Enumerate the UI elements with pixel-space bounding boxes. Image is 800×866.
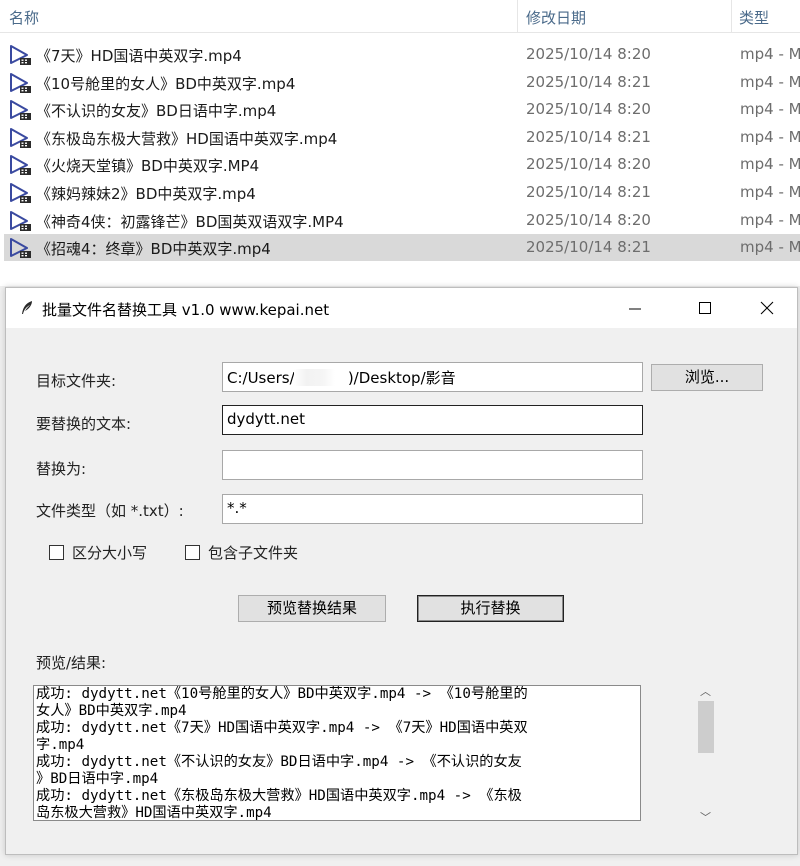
browse-button[interactable]: 浏览...: [651, 364, 763, 391]
scroll-up-icon[interactable]: ︿: [700, 683, 711, 699]
file-date: 2025/10/14 8:21: [526, 238, 651, 257]
video-file-icon: [10, 210, 31, 231]
video-file-icon: [10, 72, 31, 93]
result-line: 字.mp4: [36, 737, 85, 753]
case-sensitive-checkbox[interactable]: [49, 545, 64, 560]
column-name[interactable]: 名称: [9, 7, 39, 28]
result-line: 成功: dydytt.net《10号舱里的女人》BD中英双字.mp4 -> 《1…: [36, 686, 528, 702]
column-date[interactable]: 修改日期: [526, 7, 586, 28]
result-line: 成功: dydytt.net《不认识的女友》BD日语中字.mp4 -> 《不认识…: [36, 754, 522, 770]
file-date: 2025/10/14 8:20: [526, 155, 651, 174]
result-line: 成功: dydytt.net《东极岛东极大营救》HD国语中英双字.mp4 -> …: [36, 788, 522, 804]
file-name: 《神奇4侠：初露锋芒》BD国英双语双字.MP4: [36, 212, 344, 231]
scroll-thumb[interactable]: [698, 701, 714, 753]
file-row[interactable]: 《辣妈辣妹2》BD中英双字.mp4 2025/10/14 8:21 mp4 - M: [4, 179, 800, 206]
file-type: mp4 - M: [740, 238, 800, 257]
file-explorer: 名称 ⌃ 修改日期 类型 《7天》HD国语中英双字.mp4 2025/10/14 …: [0, 0, 800, 286]
file-date: 2025/10/14 8:20: [526, 45, 651, 63]
video-file-icon: [10, 155, 31, 176]
column-header: 名称 ⌃ 修改日期 类型: [0, 0, 800, 33]
file-type: mp4 - M: [740, 183, 800, 201]
case-sensitive-label[interactable]: 区分大小写: [72, 542, 147, 563]
maximize-button[interactable]: [682, 288, 728, 328]
file-date: 2025/10/14 8:21: [526, 72, 651, 91]
execute-button[interactable]: 执行替换: [417, 595, 564, 622]
video-file-icon: [10, 45, 31, 65]
sort-icon: ⌃: [253, 0, 263, 7]
folder-value: C:/Users/A )/Desktop/影音: [227, 369, 456, 387]
title-bar[interactable]: 批量文件名替换工具 v1.0 www.kepai.net: [6, 288, 797, 328]
find-label: 要替换的文本:: [36, 415, 132, 433]
file-row[interactable]: 《招魂4：终章》BD中英双字.mp4 2025/10/14 8:21 mp4 - M: [4, 234, 800, 262]
result-scrollbar[interactable]: ︿ ﹀: [695, 681, 717, 827]
file-row[interactable]: 《火烧天堂镇》BD中英双字.MP4 2025/10/14 8:20 mp4 - M: [4, 151, 800, 178]
folder-input[interactable]: C:/Users/A )/Desktop/影音: [222, 362, 643, 392]
feather-icon: [22, 301, 32, 314]
include-subfolders-label[interactable]: 包含子文件夹: [208, 542, 298, 563]
file-type: mp4 - M: [740, 72, 800, 91]
file-row[interactable]: 《10号舱里的女人》BD中英双字.mp4 2025/10/14 8:21 mp4 -…: [4, 69, 800, 96]
file-type: mp4 - M: [740, 127, 800, 146]
find-input[interactable]: dydytt.net: [222, 405, 643, 435]
file-name: 《火烧天堂镇》BD中英双字.MP4: [36, 157, 260, 176]
replace-input[interactable]: [222, 450, 643, 480]
video-file-icon: [10, 183, 31, 203]
redacted-username: [294, 369, 335, 386]
minimize-button[interactable]: [612, 288, 658, 328]
preview-button[interactable]: 预览替换结果: [238, 595, 386, 622]
replace-tool-window: 批量文件名替换工具 v1.0 www.kepai.net 目标文件夹: C:/U…: [5, 287, 798, 855]
result-label: 预览/结果:: [36, 654, 107, 672]
type-label: 文件类型（如 *.txt）:: [36, 502, 184, 520]
file-name: 《不认识的女友》BD日语中字.mp4: [36, 102, 277, 121]
close-button[interactable]: [744, 288, 790, 328]
result-textbox[interactable]: 成功: dydytt.net《10号舱里的女人》BD中英双字.mp4 -> 《1…: [33, 685, 641, 821]
file-type: mp4 - M: [740, 155, 800, 174]
result-line: 岛东极大营救》HD国语中英双字.mp4: [36, 805, 272, 821]
file-date: 2025/10/14 8:21: [526, 183, 651, 201]
include-subfolders-checkbox[interactable]: [185, 545, 200, 560]
file-row[interactable]: 《东极岛东极大营救》HD国语中英双字.mp4 2025/10/14 8:21 mp4…: [4, 124, 800, 151]
file-name: 《7天》HD国语中英双字.mp4: [36, 47, 242, 65]
file-name: 《10号舱里的女人》BD中英双字.mp4: [36, 74, 296, 93]
video-file-icon: [10, 238, 31, 259]
video-file-icon: [10, 127, 31, 148]
file-date: 2025/10/14 8:20: [526, 210, 651, 229]
file-row[interactable]: 《7天》HD国语中英双字.mp4 2025/10/14 8:20 mp4 - M: [4, 41, 800, 68]
window-title: 批量文件名替换工具 v1.0 www.kepai.net: [42, 301, 330, 319]
file-name: 《东极岛东极大营救》HD国语中英双字.mp4: [36, 129, 338, 148]
file-type: mp4 - M: [740, 210, 800, 229]
result-line: 女人》BD中英双字.mp4: [36, 703, 187, 719]
file-type: mp4 - M: [740, 45, 800, 63]
result-line: 》BD日语中字.mp4: [36, 771, 159, 787]
scroll-down-icon[interactable]: ﹀: [700, 809, 711, 825]
type-input[interactable]: *.*: [222, 494, 643, 524]
file-row[interactable]: 《神奇4侠：初露锋芒》BD国英双语双字.MP4 2025/10/14 8:20 mp…: [4, 207, 800, 234]
replace-label: 替换为:: [36, 460, 87, 478]
folder-label: 目标文件夹:: [36, 372, 117, 390]
file-date: 2025/10/14 8:21: [526, 127, 651, 146]
result-line: 成功: dydytt.net《7天》HD国语中英双字.mp4 -> 《7天》HD…: [36, 720, 528, 736]
column-type[interactable]: 类型: [739, 7, 769, 28]
file-type: mp4 - M: [740, 100, 800, 119]
video-file-icon: [10, 100, 31, 121]
file-date: 2025/10/14 8:20: [526, 100, 651, 119]
file-row[interactable]: 《不认识的女友》BD日语中字.mp4 2025/10/14 8:20 mp4 - M: [4, 96, 800, 123]
file-name: 《招魂4：终章》BD中英双字.mp4: [36, 240, 271, 259]
file-name: 《辣妈辣妹2》BD中英双字.mp4: [36, 185, 256, 203]
